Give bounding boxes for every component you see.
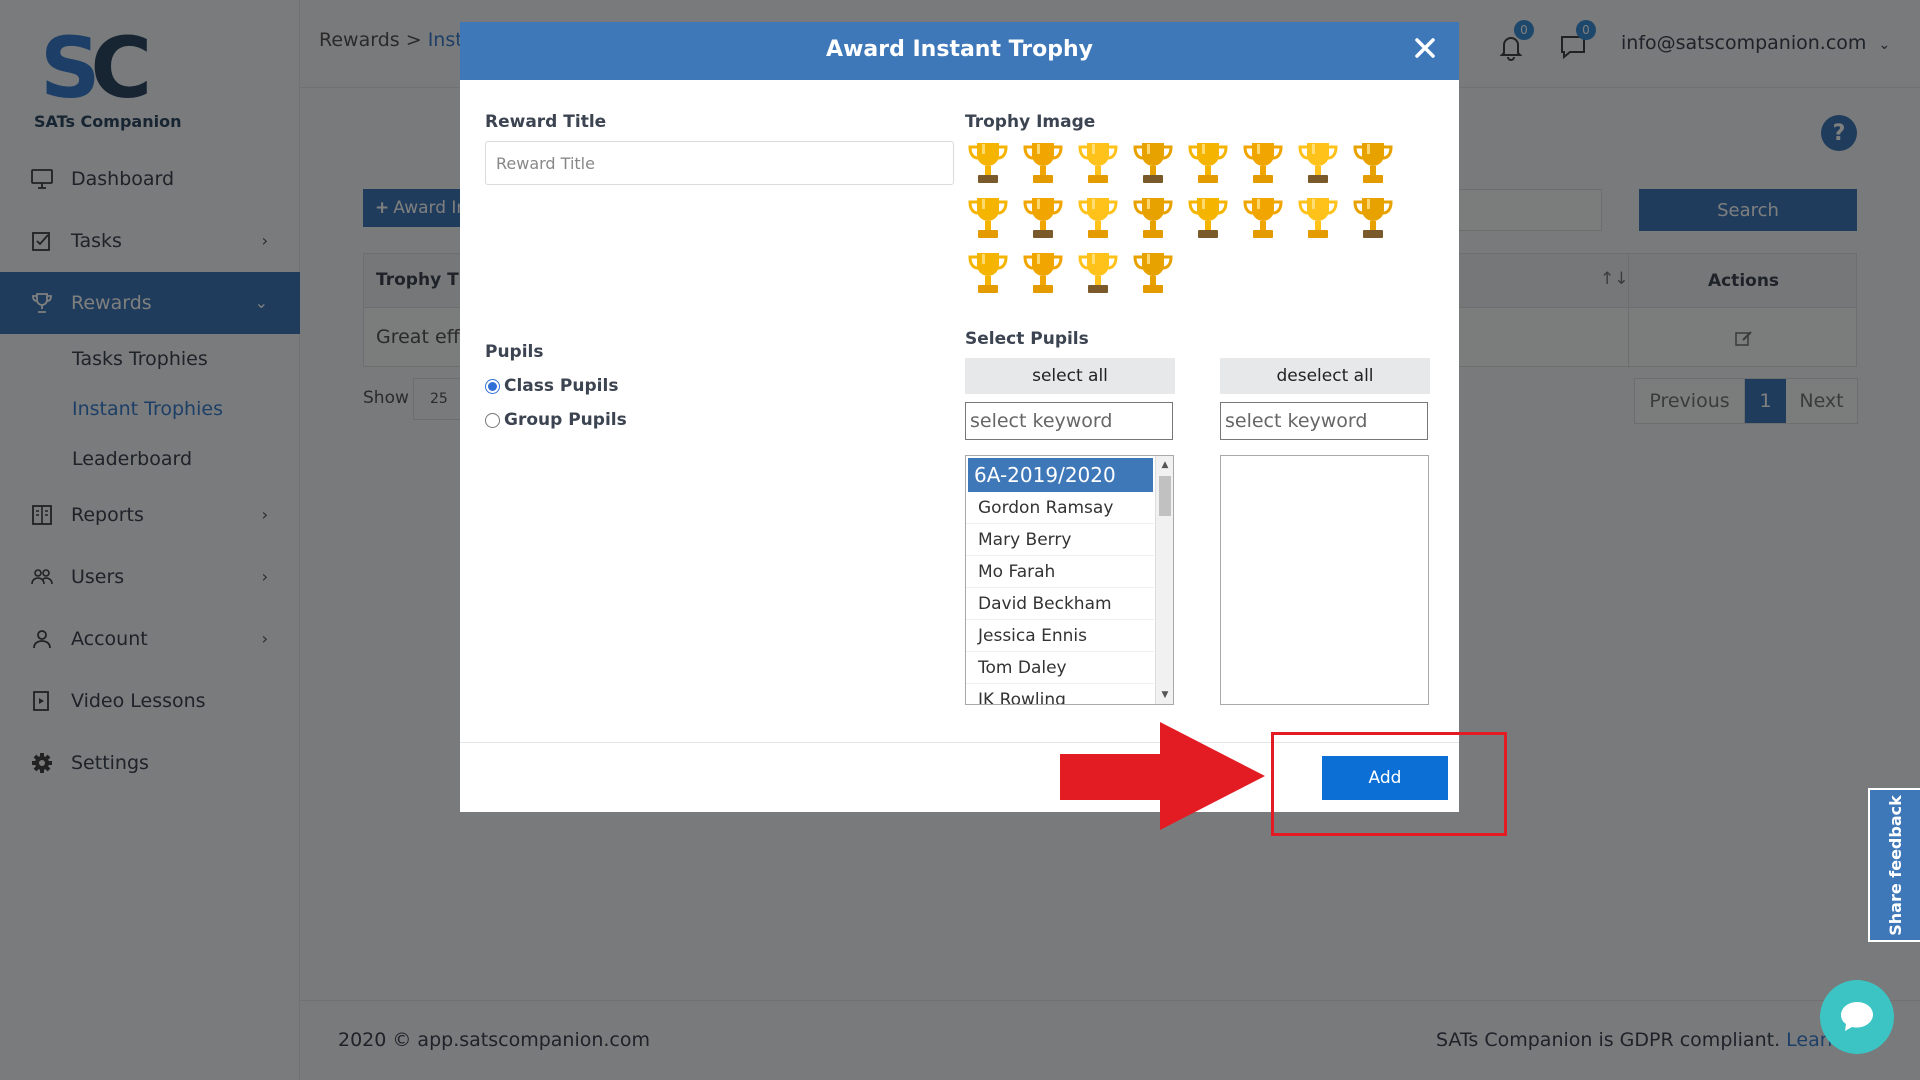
list-item[interactable]: Mary Berry (966, 524, 1154, 556)
reward-title-label: Reward Title (485, 112, 607, 132)
trophy-icon (1243, 143, 1283, 183)
red-highlight-box (1271, 732, 1507, 836)
close-icon[interactable] (1409, 32, 1441, 64)
trophy-icon (1023, 253, 1063, 293)
trophy-option[interactable] (1295, 194, 1341, 244)
trophy-option[interactable] (1020, 139, 1066, 189)
trophy-option[interactable] (1350, 194, 1396, 244)
list-item[interactable]: Jessica Ennis (966, 620, 1154, 652)
trophy-icon (1078, 143, 1118, 183)
trophy-option[interactable] (1295, 139, 1341, 189)
trophy-icon (1078, 253, 1118, 293)
trophy-icon (1133, 198, 1173, 238)
available-pupils-list[interactable]: 6A-2019/2020 Gordon Ramsay Mary Berry Mo… (965, 455, 1174, 705)
trophy-icon (968, 198, 1008, 238)
radio-unselected[interactable] (485, 412, 500, 428)
trophy-option[interactable] (1075, 139, 1121, 189)
list-item[interactable]: Tom Daley (966, 652, 1154, 684)
list-scrollbar[interactable]: ▲ ▼ (1155, 456, 1173, 704)
trophy-icon (1133, 143, 1173, 183)
live-chat-button[interactable] (1820, 980, 1894, 1054)
selected-pupils-keyword-input[interactable] (1220, 402, 1428, 440)
trophy-option[interactable] (1240, 139, 1286, 189)
scroll-down-icon[interactable]: ▼ (1156, 686, 1173, 704)
trophy-option[interactable] (965, 139, 1011, 189)
trophy-option[interactable] (1020, 249, 1066, 299)
deselect-all-button[interactable]: deselect all (1220, 358, 1430, 394)
red-arrow-annotation (1060, 722, 1265, 830)
trophy-icon (1188, 143, 1228, 183)
modal-header: Award Instant Trophy (460, 22, 1459, 80)
trophy-icon (968, 143, 1008, 183)
trophy-option[interactable] (1240, 194, 1286, 244)
select-pupils-label: Select Pupils (965, 329, 1089, 349)
trophy-icon (968, 253, 1008, 293)
class-group-header[interactable]: 6A-2019/2020 (968, 458, 1153, 492)
selected-pupils-list[interactable] (1220, 455, 1429, 705)
class-pupils-radio[interactable]: Class Pupils (485, 376, 618, 396)
share-feedback-label: Share feedback (1885, 794, 1905, 936)
list-item[interactable]: JK Rowling (966, 684, 1154, 705)
trophy-icon (1298, 143, 1338, 183)
share-feedback-tab[interactable]: Share feedback (1868, 788, 1920, 942)
trophy-icon (1023, 198, 1063, 238)
trophy-icon (1353, 143, 1393, 183)
trophy-option[interactable] (1130, 194, 1176, 244)
trophy-icon (1298, 198, 1338, 238)
select-all-button[interactable]: select all (965, 358, 1175, 394)
trophy-option[interactable] (1130, 139, 1176, 189)
modal-title: Award Instant Trophy (826, 37, 1093, 62)
trophy-option[interactable] (1185, 139, 1231, 189)
list-item[interactable]: Gordon Ramsay (966, 492, 1154, 524)
chat-bubble-icon (1841, 1002, 1873, 1031)
trophy-option[interactable] (1075, 249, 1121, 299)
trophy-icon (1023, 143, 1063, 183)
award-instant-trophy-modal: Award Instant Trophy Reward Title Trophy… (460, 22, 1459, 812)
trophy-option[interactable] (1020, 194, 1066, 244)
class-pupils-label: Class Pupils (504, 376, 619, 396)
pupils-label: Pupils (485, 342, 544, 362)
trophy-option[interactable] (965, 194, 1011, 244)
trophy-icon (1243, 198, 1283, 238)
trophy-option[interactable] (965, 249, 1011, 299)
trophy-icon (1188, 198, 1228, 238)
trophy-option[interactable] (1185, 194, 1231, 244)
radio-selected[interactable] (485, 378, 500, 394)
group-pupils-radio[interactable]: Group Pupils (485, 410, 627, 430)
group-pupils-label: Group Pupils (504, 410, 627, 430)
scroll-thumb[interactable] (1159, 476, 1171, 516)
trophy-icon (1133, 253, 1173, 293)
trophy-option[interactable] (1130, 249, 1176, 299)
reward-title-input[interactable] (485, 141, 954, 185)
available-pupils-keyword-input[interactable] (965, 402, 1173, 440)
trophy-icon (1078, 198, 1118, 238)
trophy-icon (1353, 198, 1393, 238)
scroll-up-icon[interactable]: ▲ (1156, 456, 1173, 474)
list-item[interactable]: David Beckham (966, 588, 1154, 620)
list-item[interactable]: Mo Farah (966, 556, 1154, 588)
trophy-option[interactable] (1075, 194, 1121, 244)
trophy-image-label: Trophy Image (965, 112, 1096, 132)
trophy-option[interactable] (1350, 139, 1396, 189)
